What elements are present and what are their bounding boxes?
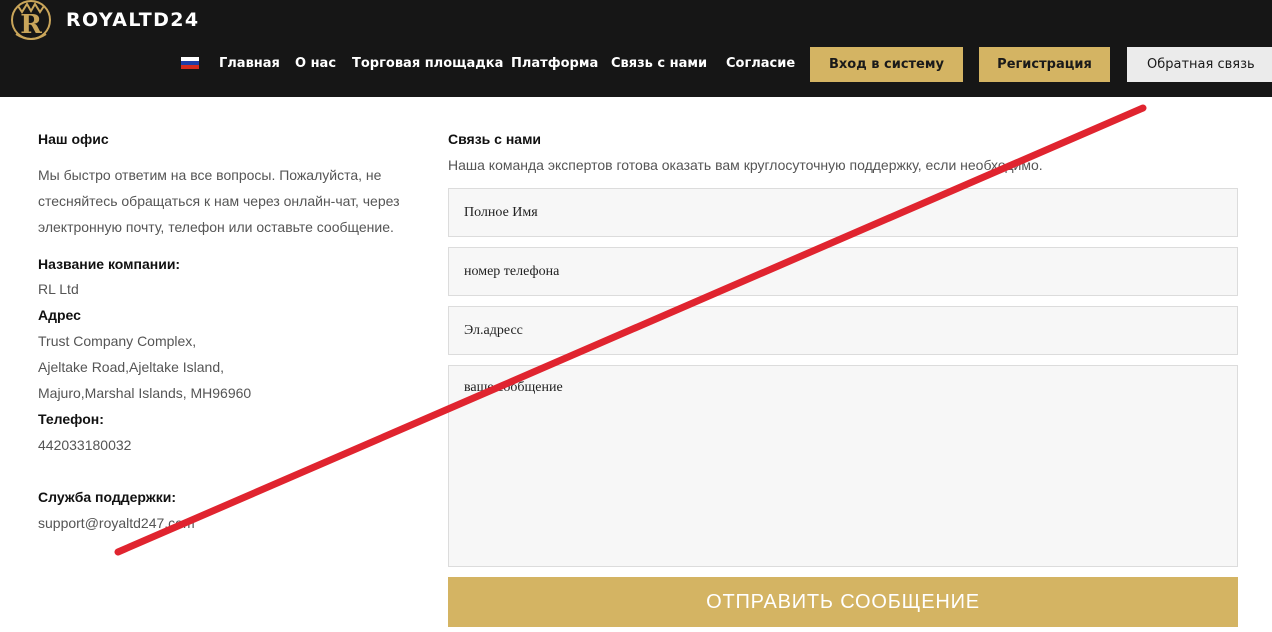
office-title: Наш офис bbox=[38, 131, 109, 147]
company-label: Название компании: bbox=[38, 256, 181, 272]
logo-letter: R bbox=[20, 10, 42, 40]
nav-contact[interactable]: Связь с нами bbox=[611, 56, 707, 71]
contact-subtitle: Наша команда экспертов готова оказать ва… bbox=[448, 157, 1043, 173]
company-value: RL Ltd bbox=[38, 281, 79, 297]
support-label: Служба поддержки: bbox=[38, 489, 176, 505]
full-name-field[interactable]: Полное Имя bbox=[448, 188, 1238, 237]
phone-value: 442033180032 bbox=[38, 437, 132, 453]
message-textarea[interactable]: ваше сообщение bbox=[448, 365, 1238, 567]
office-intro-line: Мы быстро ответим на все вопросы. Пожалу… bbox=[38, 167, 382, 183]
office-intro-line: электронную почту, телефон или оставьте … bbox=[38, 219, 394, 235]
email-field[interactable]: Эл.адресс bbox=[448, 306, 1238, 355]
address-line: Ajeltake Road,Ajeltake Island, bbox=[38, 359, 224, 375]
address-label: Адрес bbox=[38, 307, 81, 323]
support-email[interactable]: support@royaltd247.com bbox=[38, 515, 195, 531]
address-line: Trust Company Complex, bbox=[38, 333, 197, 349]
nav-platform[interactable]: Платформа bbox=[511, 56, 598, 71]
russian-flag-icon[interactable] bbox=[181, 57, 199, 69]
login-button[interactable]: Вход в систему bbox=[810, 47, 963, 82]
phone-label: Телефон: bbox=[38, 411, 104, 427]
phone-field[interactable]: номер телефона bbox=[448, 247, 1238, 296]
brand-name[interactable]: ROYALTD24 bbox=[66, 9, 199, 31]
top-navigation-bar: R ROYALTD24 Главная О нас Торговая площа… bbox=[0, 0, 1272, 97]
register-button[interactable]: Регистрация bbox=[979, 47, 1110, 82]
address-line: Majuro,Marshal Islands, MH96960 bbox=[38, 385, 252, 401]
nav-about[interactable]: О нас bbox=[295, 56, 336, 71]
nav-trading-platform[interactable]: Торговая площадка bbox=[352, 56, 503, 71]
send-message-button[interactable]: ОТПРАВИТЬ СООБЩЕНИЕ bbox=[448, 577, 1238, 627]
office-intro-line: стесняйтесь обращаться к нам через онлай… bbox=[38, 193, 400, 209]
nav-home[interactable]: Главная bbox=[219, 56, 280, 71]
crown-logo-icon[interactable]: R bbox=[6, 0, 62, 46]
feedback-button[interactable]: Обратная связь bbox=[1127, 47, 1272, 82]
contact-title: Связь с нами bbox=[448, 131, 542, 147]
nav-agreement[interactable]: Согласие bbox=[726, 56, 795, 71]
